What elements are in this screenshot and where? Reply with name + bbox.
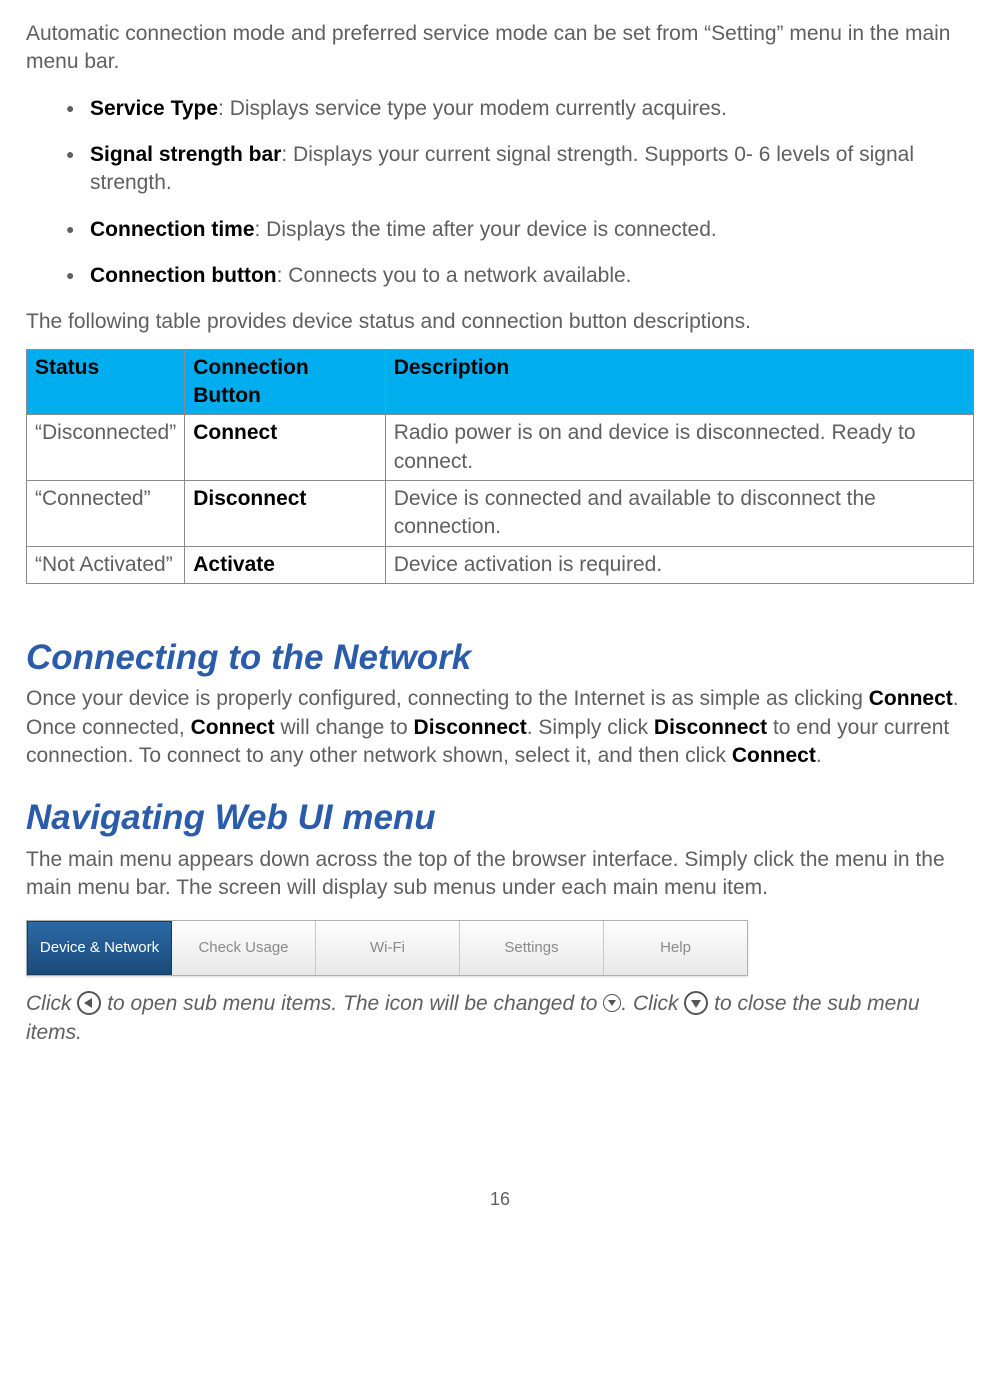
bold-connect: Connect xyxy=(191,716,275,739)
main-menu-bar: Device & Network Check Usage Wi-Fi Setti… xyxy=(26,920,748,976)
bold-connect: Connect xyxy=(732,744,816,767)
bold-disconnect: Disconnect xyxy=(654,716,767,739)
feature-desc: : Displays service type your modem curre… xyxy=(218,97,727,120)
list-item: Connection button: Connects you to a net… xyxy=(66,262,974,290)
text-fragment: will change to xyxy=(275,716,414,739)
tab-check-usage[interactable]: Check Usage xyxy=(172,921,316,975)
triangle-left-circle-icon xyxy=(77,991,101,1015)
feature-list: Service Type: Displays service type your… xyxy=(26,95,974,291)
button-cell: Activate xyxy=(185,546,385,583)
tab-settings[interactable]: Settings xyxy=(460,921,604,975)
table-row: “Connected” Disconnect Device is connect… xyxy=(27,481,974,547)
tab-wifi[interactable]: Wi-Fi xyxy=(316,921,460,975)
status-cell: “Connected” xyxy=(27,481,185,547)
list-item: Signal strength bar: Displays your curre… xyxy=(66,141,974,198)
text-fragment: . xyxy=(816,744,822,767)
status-cell: “Disconnected” xyxy=(27,415,185,481)
connecting-paragraph: Once your device is properly configured,… xyxy=(26,685,974,770)
description-cell: Device is connected and available to dis… xyxy=(385,481,973,547)
description-cell: Device activation is required. xyxy=(385,546,973,583)
page-number: 16 xyxy=(26,1187,974,1211)
intro-paragraph: Automatic connection mode and preferred … xyxy=(26,20,974,77)
button-cell: Connect xyxy=(185,415,385,481)
button-cell: Disconnect xyxy=(185,481,385,547)
feature-label: Connection button xyxy=(90,264,277,287)
list-item: Connection time: Displays the time after… xyxy=(66,216,974,244)
tab-help[interactable]: Help xyxy=(604,921,747,975)
table-row: “Disconnected” Connect Radio power is on… xyxy=(27,415,974,481)
list-item: Service Type: Displays service type your… xyxy=(66,95,974,123)
feature-label: Connection time xyxy=(90,218,255,241)
feature-desc: : Connects you to a network available. xyxy=(277,264,632,287)
feature-label: Signal strength bar xyxy=(90,143,281,166)
text-fragment: to open sub menu items. The icon will be… xyxy=(107,992,603,1015)
triangle-down-circle-icon xyxy=(603,994,621,1012)
navigating-paragraph: The main menu appears down across the to… xyxy=(26,846,974,903)
tab-device-network[interactable]: Device & Network xyxy=(27,921,172,975)
heading-navigating: Navigating Web UI menu xyxy=(26,794,974,841)
triangle-down-circle-icon xyxy=(684,991,708,1015)
feature-desc: : Displays the time after your device is… xyxy=(255,218,717,241)
text-fragment: Once your device is properly configured,… xyxy=(26,687,869,710)
text-fragment: Click xyxy=(26,992,77,1015)
status-cell: “Not Activated” xyxy=(27,546,185,583)
status-table: Status Connection Button Description “Di… xyxy=(26,349,974,584)
submenu-note: Click to open sub menu items. The icon w… xyxy=(26,990,974,1047)
table-header-status: Status xyxy=(27,349,185,415)
table-header-description: Description xyxy=(385,349,973,415)
description-cell: Radio power is on and device is disconne… xyxy=(385,415,973,481)
table-row: “Not Activated” Activate Device activati… xyxy=(27,546,974,583)
bold-disconnect: Disconnect xyxy=(414,716,527,739)
text-fragment: . Click xyxy=(621,992,684,1015)
table-intro: The following table provides device stat… xyxy=(26,308,974,336)
table-header-button: Connection Button xyxy=(185,349,385,415)
heading-connecting: Connecting to the Network xyxy=(26,634,974,681)
text-fragment: . Simply click xyxy=(527,716,654,739)
feature-label: Service Type xyxy=(90,97,218,120)
bold-connect: Connect xyxy=(869,687,953,710)
